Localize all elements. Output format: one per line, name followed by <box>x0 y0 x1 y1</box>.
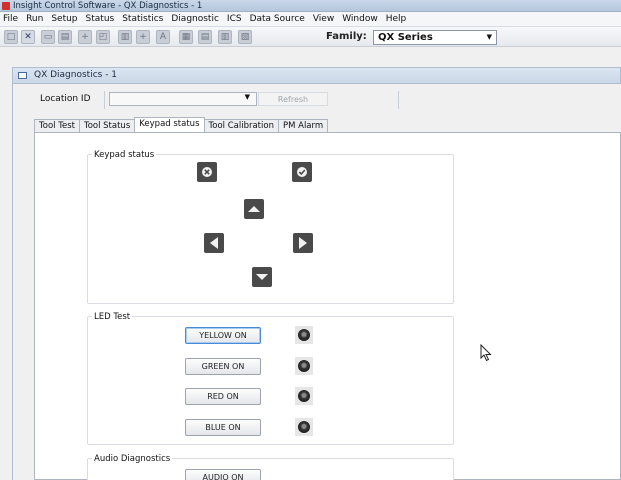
menu-data-source[interactable]: Data Source <box>250 14 305 24</box>
menu-ics[interactable]: ICS <box>227 14 242 24</box>
tab-tool-test[interactable]: Tool Test <box>34 119 80 132</box>
menu-help[interactable]: Help <box>386 14 407 24</box>
columns-icon[interactable]: ▥ <box>218 30 232 44</box>
chevron-down-icon: ▼ <box>244 93 250 101</box>
led-test-title: LED Test <box>92 312 133 322</box>
mouse-cursor-icon <box>480 344 492 362</box>
divider <box>104 91 105 109</box>
led-icon <box>298 390 310 402</box>
toolbar: □ ✕ ▭ ▤ + ◰ ▥ + A ▦ ▤ ▥ ▧ Family: QX Ser… <box>0 27 621 47</box>
menu-statistics[interactable]: Statistics <box>122 14 163 24</box>
chevron-down-icon: ▼ <box>486 33 492 41</box>
family-label: Family: <box>326 31 367 42</box>
led-icon <box>298 360 310 372</box>
keypad-status-group: Keypad status <box>87 150 454 304</box>
tab-strip: Tool Test Tool Status Keypad status Tool… <box>34 117 329 133</box>
led-icon <box>298 421 310 433</box>
child-window-title: QX Diagnostics - 1 <box>34 70 118 80</box>
ok-check-icon <box>292 162 312 182</box>
divider <box>398 91 399 109</box>
window-title: Insight Control Software - QX Diagnostic… <box>13 1 203 11</box>
menu-status[interactable]: Status <box>86 14 115 24</box>
green-led-indicator <box>295 357 313 375</box>
up-arrow-icon <box>244 199 264 219</box>
yellow-led-indicator <box>295 326 313 344</box>
new-icon[interactable]: □ <box>4 30 18 44</box>
led-icon <box>298 329 310 341</box>
location-select[interactable]: ▼ <box>109 92 257 106</box>
app-icon <box>2 2 10 10</box>
audio-on-button[interactable]: AUDIO ON <box>185 469 261 480</box>
menu-window[interactable]: Window <box>342 14 378 24</box>
save-icon[interactable]: ▤ <box>58 30 72 44</box>
menu-bar: File Run Setup Status Statistics Diagnos… <box>0 12 621 27</box>
delete-icon[interactable]: ✕ <box>21 30 35 44</box>
blue-led-indicator <box>295 418 313 436</box>
tab-tool-status[interactable]: Tool Status <box>78 119 136 132</box>
green-on-button[interactable]: GREEN ON <box>185 358 261 375</box>
red-led-indicator <box>295 387 313 405</box>
print-icon[interactable]: ▥ <box>118 30 132 44</box>
family-select-value: QX Series <box>378 32 433 43</box>
cancel-icon <box>197 162 217 182</box>
tab-panel: Keypad status LED Test YELLOW ON GREEN O… <box>34 132 621 480</box>
location-label: Location ID <box>40 94 91 104</box>
window-icon <box>18 72 27 79</box>
menu-view[interactable]: View <box>313 14 334 24</box>
tab-pm-alarm[interactable]: PM Alarm <box>277 119 329 132</box>
audio-diagnostics-title: Audio Diagnostics <box>92 454 173 464</box>
tab-keypad-status[interactable]: Keypad status <box>134 117 205 132</box>
yellow-on-button[interactable]: YELLOW ON <box>185 327 261 344</box>
add-icon[interactable]: + <box>78 30 92 44</box>
refresh-button[interactable]: Refresh <box>258 92 328 106</box>
blue-on-button[interactable]: BLUE ON <box>185 419 261 436</box>
menu-diagnostic[interactable]: Diagnostic <box>171 14 219 24</box>
text-icon[interactable]: A <box>156 30 170 44</box>
location-row: Location ID ▼ Refresh <box>18 91 621 109</box>
audio-diagnostics-group: Audio Diagnostics AUDIO ON <box>87 454 454 480</box>
family-select[interactable]: QX Series ▼ <box>373 30 497 45</box>
document-icon[interactable]: ◰ <box>96 30 110 44</box>
grid-icon[interactable]: ▦ <box>179 30 193 44</box>
right-arrow-icon <box>293 233 313 253</box>
down-arrow-icon <box>252 267 272 287</box>
red-on-button[interactable]: RED ON <box>185 388 261 405</box>
menu-setup[interactable]: Setup <box>51 14 77 24</box>
left-arrow-icon <box>204 233 224 253</box>
table-icon[interactable]: ▤ <box>198 30 212 44</box>
menu-file[interactable]: File <box>3 14 18 24</box>
add-small-icon[interactable]: + <box>136 30 150 44</box>
open-icon[interactable]: ▭ <box>41 30 55 44</box>
tab-tool-calibration[interactable]: Tool Calibration <box>203 119 279 132</box>
keypad-status-title: Keypad status <box>92 150 157 160</box>
led-test-group: LED Test YELLOW ON GREEN ON RED ON BLUE … <box>87 312 454 445</box>
chart-icon[interactable]: ▧ <box>238 30 252 44</box>
title-bar: Insight Control Software - QX Diagnostic… <box>0 0 621 12</box>
menu-run[interactable]: Run <box>26 14 43 24</box>
child-window-title-bar: QX Diagnostics - 1 <box>12 67 621 84</box>
